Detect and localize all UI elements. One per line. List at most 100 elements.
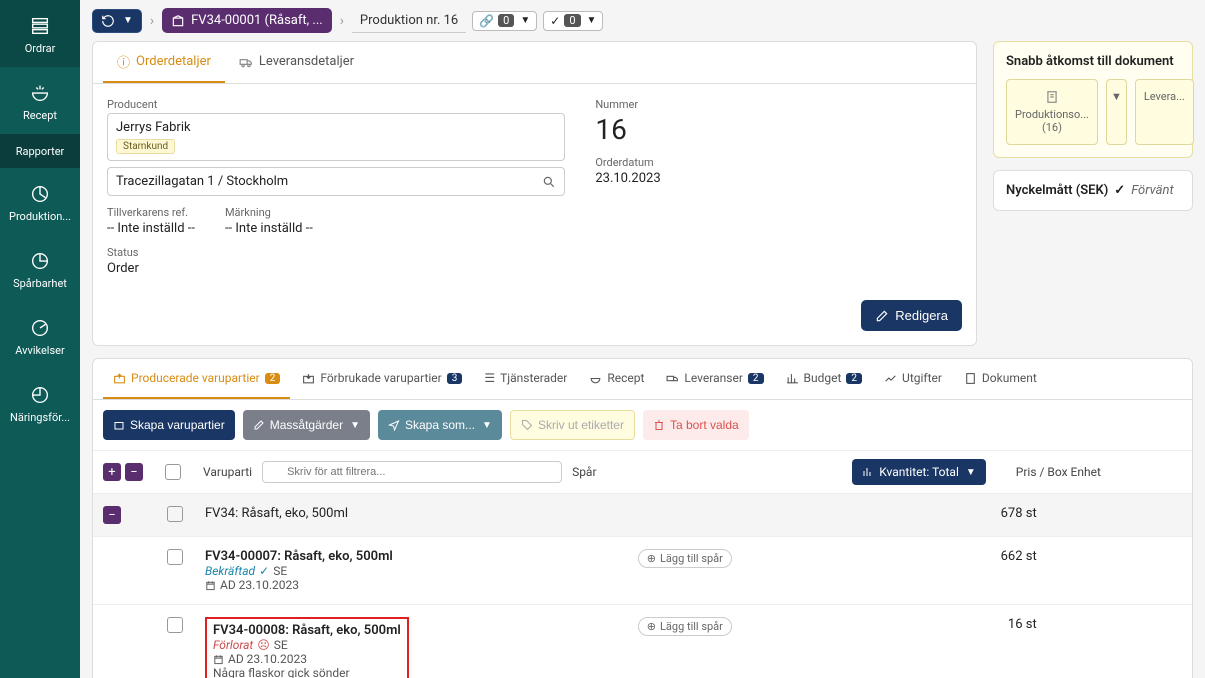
address-search[interactable]: Tracezillagatan 1 / Stockholm <box>107 167 565 196</box>
mark-label: Märkning <box>225 206 313 219</box>
subtab-produced[interactable]: Producerade varupartier 2 <box>103 359 290 399</box>
producer-field[interactable]: Jerrys Fabrik Stamkund <box>107 113 565 161</box>
link-chip[interactable]: 🔗 0 ▼ <box>472 11 537 31</box>
remove-selected-button[interactable]: Ta bort valda <box>643 410 749 440</box>
mass-actions-button[interactable]: Massåtgärder ▼ <box>243 410 370 440</box>
print-labels-button[interactable]: Skriv ut etiketter <box>510 410 635 440</box>
breadcrumb: ▼ › FV34-00001 (Råsaft, ... › Produktion… <box>80 0 1205 41</box>
btn-label: Skriv ut etiketter <box>538 418 624 432</box>
box-icon <box>171 14 185 28</box>
create-lots-button[interactable]: Skapa varupartier <box>103 410 235 440</box>
check-chip[interactable]: ✓ 0 ▼ <box>543 11 603 31</box>
add-trace-button[interactable]: ⊕ Lägg till spår <box>638 617 732 636</box>
sidebar-item-recipes[interactable]: Recept <box>0 67 80 134</box>
subtab-label: Recept <box>607 371 644 385</box>
sidebar-item-deviations[interactable]: Avvikelser <box>0 302 80 369</box>
subtab-label: Dokument <box>982 371 1037 385</box>
sidebar-item-traceability[interactable]: Spårbarhet <box>0 235 80 302</box>
count-badge: 2 <box>265 373 281 384</box>
number-label: Nummer <box>595 98 962 111</box>
table-row: FV34-00007: Råsaft, eko, 500ml Bekräftad… <box>93 537 1192 605</box>
trend-icon <box>884 372 897 385</box>
create-as-button[interactable]: Skapa som... ▼ <box>378 410 502 440</box>
group-name: FV34: Råsaft, eko, 500ml <box>205 506 628 521</box>
caret-down-icon: ▼ <box>587 15 597 26</box>
subtab-documents[interactable]: Dokument <box>954 359 1047 399</box>
subtab-deliveries[interactable]: Leveranser 2 <box>656 359 773 399</box>
sidebar-label: Näringsför... <box>10 411 70 424</box>
row-checkbox[interactable] <box>167 549 183 565</box>
list-icon <box>26 12 54 40</box>
lot-status: Bekräftad <box>205 564 255 578</box>
outbox-icon <box>113 372 126 385</box>
check-icon: ✓ <box>550 14 560 28</box>
table-row: FV34-00008: Råsaft, eko, 500ml Förlorat … <box>93 605 1192 678</box>
number-value: 16 <box>595 113 962 146</box>
select-all-checkbox[interactable] <box>165 464 181 480</box>
plus-icon: ⊕ <box>647 552 656 565</box>
col-price: Pris / Box Enhet <box>996 465 1182 479</box>
subtab-budget[interactable]: Budget 2 <box>776 359 873 399</box>
subtabs: Producerade varupartier 2 Förbrukade var… <box>93 359 1192 400</box>
plus-icon: ⊕ <box>647 620 656 633</box>
count-badge: 2 <box>748 373 764 384</box>
doc-delivery-button[interactable]: Levera... <box>1135 79 1194 145</box>
lot-name: FV34-00008: Råsaft, eko, 500ml <box>213 623 401 638</box>
subtab-consumed[interactable]: Förbrukade varupartier 3 <box>292 359 472 399</box>
lot-country: SE <box>274 638 288 652</box>
subtab-label: Tjänsterader <box>500 371 567 385</box>
chevron-right-icon: › <box>148 13 156 29</box>
filter-input[interactable] <box>262 461 562 483</box>
sidebar-label: Avvikelser <box>15 344 64 357</box>
tab-delivery-details[interactable]: Leveransdetaljer <box>225 42 368 83</box>
qty-label: Kvantitet: Total <box>879 465 959 479</box>
subtab-label: Leveranser <box>684 371 742 385</box>
breadcrumb-lot[interactable]: FV34-00001 (Råsaft, ... <box>162 8 332 33</box>
history-button[interactable]: ▼ <box>92 9 142 33</box>
sidebar-label: Rapporter <box>16 145 65 158</box>
subtab-label: Budget <box>804 371 842 385</box>
subtab-service[interactable]: ☰ Tjänsterader <box>474 359 577 399</box>
calendar-icon <box>205 580 216 591</box>
link-icon: 🔗 <box>479 14 494 28</box>
truck-icon <box>666 372 679 385</box>
col-varuparti: Varuparti <box>203 465 252 479</box>
orderdate-value: 23.10.2023 <box>595 171 962 186</box>
mark-value: -- Inte inställd -- <box>225 221 313 236</box>
table-group-row: − FV34: Råsaft, eko, 500ml 678 st <box>93 494 1192 537</box>
lot-note: Några flaskor gick sönder <box>213 666 401 678</box>
doc-production-button[interactable]: Produktionso... (16) <box>1006 79 1098 145</box>
row-checkbox[interactable] <box>167 506 183 522</box>
address-value: Tracezillagatan 1 / Stockholm <box>116 174 288 189</box>
caret-down-icon: ▼ <box>966 467 976 478</box>
row-checkbox[interactable] <box>167 617 183 633</box>
quick-access-block: Snabb åtkomst till dokument Produktionso… <box>993 41 1193 158</box>
tab-order-details[interactable]: ⓘ Orderdetaljer <box>103 42 225 83</box>
collapse-all-button[interactable]: − <box>125 463 143 481</box>
add-trace-button[interactable]: ⊕ Lägg till spår <box>638 549 732 568</box>
count-badge: 2 <box>846 373 862 384</box>
chart-icon <box>862 466 874 478</box>
sidebar-item-orders[interactable]: Ordrar <box>0 0 80 67</box>
bowl-icon <box>26 79 54 107</box>
sidebar-section-reports[interactable]: Rapporter <box>0 134 80 168</box>
collapse-group-button[interactable]: − <box>103 506 121 524</box>
subtab-expenses[interactable]: Utgifter <box>874 359 952 399</box>
status-label: Status <box>107 246 565 259</box>
chevron-right-icon: › <box>338 13 346 29</box>
sidebar-item-production[interactable]: Produktion... <box>0 168 80 235</box>
group-qty: 678 st <box>868 506 1037 521</box>
expand-all-button[interactable]: + <box>103 463 121 481</box>
subtab-recipe[interactable]: Recept <box>579 359 654 399</box>
history-icon <box>101 14 115 28</box>
sidebar-item-nutrition[interactable]: Näringsför... <box>0 369 80 436</box>
table-header: + − Varuparti Spår Kvantitet: Total <box>93 451 1192 494</box>
quantity-dropdown[interactable]: Kvantitet: Total ▼ <box>852 459 986 485</box>
edit-button[interactable]: Redigera <box>861 300 962 331</box>
sidebar-label: Recept <box>23 109 57 122</box>
check-icon: ✓ <box>1114 183 1125 198</box>
subtab-label: Utgifter <box>902 371 942 385</box>
edit-icon <box>875 309 889 323</box>
doc-caret[interactable]: ▼ <box>1106 79 1127 145</box>
tab-label: Orderdetaljer <box>136 54 211 69</box>
